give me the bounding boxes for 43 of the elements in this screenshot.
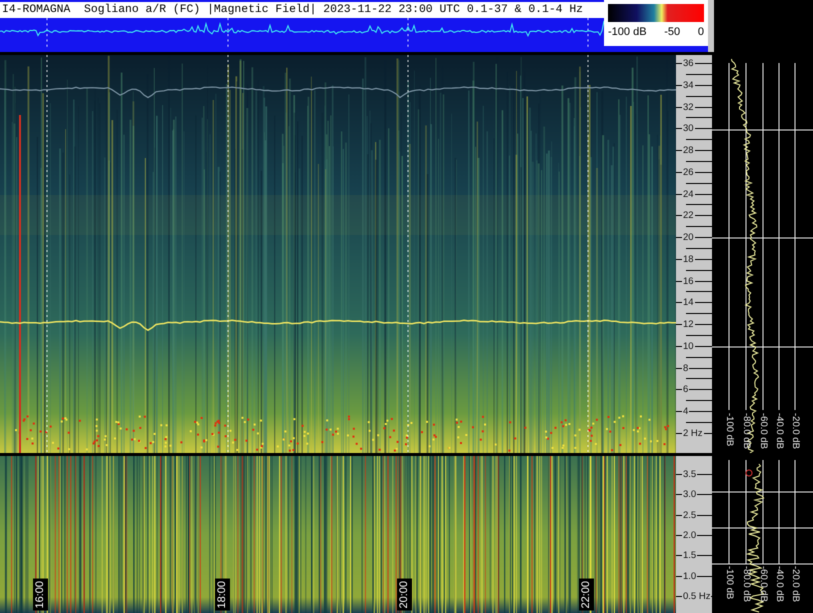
db-label: -60.0 dB xyxy=(757,413,769,449)
axis-label: 3.0 xyxy=(682,489,698,500)
axis-label: 10 xyxy=(682,340,695,352)
axis-label: 1.0 xyxy=(682,570,698,582)
time-label: 16:00 xyxy=(33,579,48,611)
axis-label: 2.0 xyxy=(682,530,698,541)
db-label: -40.0 dB xyxy=(773,566,785,602)
axis-label: 28 xyxy=(682,145,695,156)
axis-label: 12 xyxy=(682,319,695,330)
axis-label: 34 xyxy=(682,80,695,91)
axis-label: 30 xyxy=(682,123,695,134)
axis-label: 24 xyxy=(682,188,695,200)
colorbar-label: -100 dB xyxy=(608,26,647,38)
colorbar-label: 0 xyxy=(698,26,704,38)
db-label: -60.0 dB xyxy=(757,566,769,602)
axis-label: 8 xyxy=(682,362,690,374)
axis-label: 6 xyxy=(682,384,690,396)
axis-label: 26 xyxy=(682,166,695,178)
db-label: -20.0 dB xyxy=(789,566,801,602)
chart-title: I4-ROMAGNA Sogliano a/R (FC) |Magnetic Field| 2023-11-22 23:00 UTC 0.1-37 & 0.1-4 Hz xyxy=(0,2,604,18)
time-label: 18:00 xyxy=(215,579,230,611)
axis-label: 32 xyxy=(682,102,695,112)
colorbar-label: -50 xyxy=(664,26,680,38)
db-label: -20.0 dB xyxy=(789,413,801,449)
axis-label: 0.5 Hz xyxy=(682,590,712,602)
axis-label: 16 xyxy=(682,276,695,286)
axis-label: 22 xyxy=(682,210,695,222)
axis-label: 20 xyxy=(682,232,695,243)
db-label: -100 dB xyxy=(723,566,735,600)
db-label: -80.0 dB xyxy=(740,566,752,602)
axis-label: 14 xyxy=(682,297,695,308)
db-label: -100 dB xyxy=(723,413,735,446)
time-label: 22:00 xyxy=(579,579,594,611)
axis-label: 2.5 xyxy=(682,510,698,521)
axis-label: 18 xyxy=(682,254,695,265)
db-label: -40.0 dB xyxy=(773,413,785,449)
axis-label: 3.5 xyxy=(682,469,698,480)
axis-label: 1.5 xyxy=(682,550,698,562)
time-label: 20:00 xyxy=(397,579,412,611)
axis-label: 36 xyxy=(682,58,695,69)
db-label: -80.0 dB xyxy=(740,413,752,449)
axis-label: 2 Hz xyxy=(682,428,704,439)
axis-label: 4 xyxy=(682,406,690,417)
